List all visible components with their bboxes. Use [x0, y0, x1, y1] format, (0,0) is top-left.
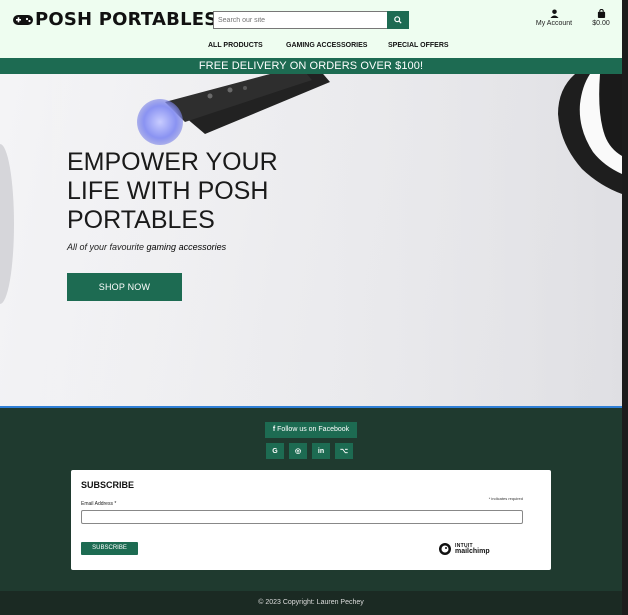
hero-controller-image [0, 74, 622, 406]
facebook-icon: f [272, 426, 276, 433]
mailchimp-logo[interactable]: INTUIT mailchimp [438, 542, 490, 556]
my-account-link[interactable]: My Account [532, 9, 576, 27]
main-nav: ALL PRODUCTS GAMING ACCESSORIES SPECIAL … [0, 42, 622, 52]
nav-all-products[interactable]: ALL PRODUCTS [208, 42, 263, 49]
account-label: My Account [535, 20, 573, 27]
facebook-follow-label: Follow us on Facebook [277, 426, 350, 433]
logo[interactable]: POSH PORTABLES [12, 9, 217, 30]
delivery-banner: FREE DELIVERY ON ORDERS OVER $100! [0, 58, 622, 74]
hero-title: EMPOWER YOUR LIFE WITH POSH PORTABLES [67, 148, 327, 235]
user-icon [549, 9, 559, 18]
subscribe-button[interactable]: SUBSCRIBE [81, 542, 138, 555]
email-label: Email Address * [81, 501, 117, 507]
hero-section: EMPOWER YOUR LIFE WITH POSH PORTABLES Al… [0, 74, 622, 406]
hero-title-line2: LIFE WITH POSH [67, 177, 327, 206]
mailchimp-icon [439, 543, 451, 555]
nav-special-offers[interactable]: SPECIAL OFFERS [388, 42, 449, 49]
search-bar [213, 11, 409, 29]
hero-title-line2-a: LIFE WITH [67, 177, 198, 205]
search-button[interactable] [387, 11, 409, 29]
google-icon[interactable]: G [266, 443, 284, 459]
bag-total: $0.00 [592, 20, 610, 27]
nav-gaming-accessories[interactable]: GAMING ACCESSORIES [286, 42, 367, 49]
site-footer: f Follow us on Facebook G ◎ in ⌥ SUBSCRI… [0, 406, 624, 615]
hero-title-line3: PORTABLES [67, 206, 215, 234]
search-input[interactable] [213, 11, 387, 29]
social-links: G ◎ in ⌥ [266, 443, 353, 459]
hero-title-line1: EMPOWER YOUR [67, 148, 278, 176]
hero-subtitle-b: gaming accessories [146, 242, 227, 252]
site-header: POSH PORTABLES My Account $0.00 ALL PROD… [0, 0, 622, 58]
hero-subtitle-a: All of your favourite [67, 242, 147, 252]
gamepad-icon [13, 14, 33, 25]
email-field[interactable] [81, 510, 523, 524]
required-note: * indicates required [488, 496, 523, 501]
shopping-bag-link[interactable]: $0.00 [588, 9, 614, 27]
copyright: © 2023 Copyright: Lauren Pechey [0, 591, 622, 615]
hero-subtitle: All of your favourite gaming accessories [67, 242, 226, 252]
github-icon[interactable]: ⌥ [335, 443, 353, 459]
linkedin-icon[interactable]: in [312, 443, 330, 459]
shopping-bag-icon [597, 9, 605, 18]
facebook-follow-button[interactable]: f Follow us on Facebook [265, 422, 357, 438]
instagram-icon[interactable]: ◎ [289, 443, 307, 459]
shop-now-button[interactable]: SHOP NOW [67, 273, 182, 301]
window-edge [622, 0, 628, 615]
logo-text: POSH PORTABLES [35, 9, 218, 30]
subscribe-form: SUBSCRIBE * indicates required Email Add… [71, 470, 551, 570]
mailchimp-text-2: mailchimp [455, 548, 490, 555]
hero-title-line2-b: POSH [197, 177, 269, 205]
search-icon [394, 16, 402, 24]
subscribe-heading: SUBSCRIBE [81, 480, 135, 490]
